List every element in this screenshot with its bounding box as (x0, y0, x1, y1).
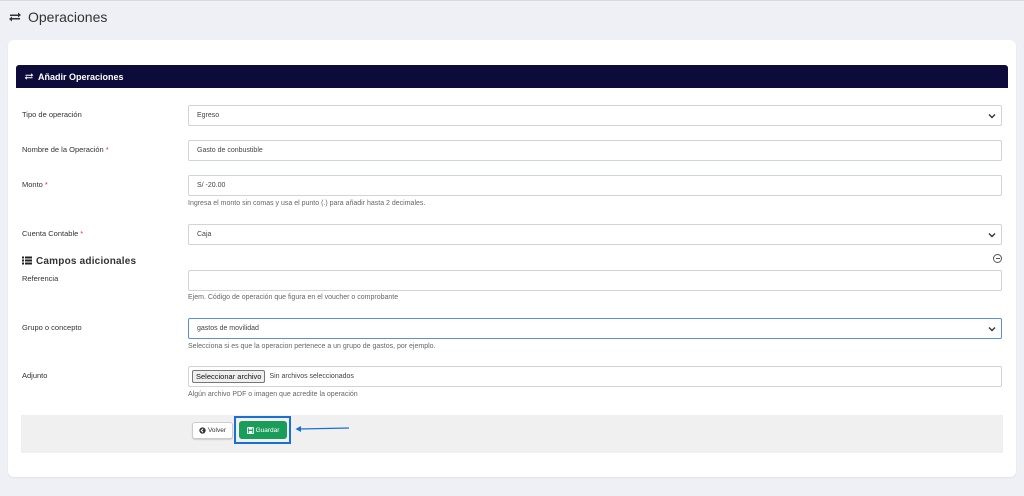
cuenta-label: Cuenta Contable * (22, 229, 84, 238)
back-button-label: Volver (207, 427, 227, 434)
choose-file-button[interactable]: Seleccionar archivo (192, 370, 266, 383)
tipo-label: Tipo de operación (22, 110, 82, 119)
form-actions-bar (21, 415, 1003, 453)
monto-input-value: S/ -20.00 (197, 182, 226, 189)
tipo-select-value: Egreso (197, 112, 220, 119)
adjunto-help: Algún archivo PDF o imagen que acredite … (188, 391, 358, 398)
referencia-label: Referencia (22, 274, 59, 283)
grupo-select-value: gastos de movilidad (197, 325, 259, 332)
cuenta-select[interactable]: Caja (188, 224, 1002, 245)
monto-input[interactable]: S/ -20.00 (188, 175, 1002, 196)
floppy-disk-icon (246, 426, 254, 434)
operation-form-card: Añadir Operaciones Tipo de operación Egr… (8, 40, 1016, 477)
file-status: Sin archivos seleccionados (269, 373, 354, 380)
page-title: Operaciones (28, 9, 108, 25)
collapse-icon[interactable] (993, 254, 1002, 263)
nombre-label: Nombre de la Operación * (22, 145, 109, 154)
chevron-down-icon (988, 233, 996, 238)
referencia-help: Ejem. Código de operación que figura en … (188, 294, 399, 301)
nombre-input-value: Gasto de conbustible (197, 147, 263, 154)
chevron-down-icon (988, 114, 996, 119)
chevron-down-icon (988, 327, 996, 332)
save-button[interactable]: Guardar (239, 421, 287, 439)
monto-help: Ingresa el monto sin comas y usa el punt… (188, 200, 426, 207)
monto-label: Monto * (22, 180, 48, 189)
back-button[interactable]: Volver (192, 422, 233, 439)
list-icon (22, 252, 32, 270)
tipo-select[interactable]: Egreso (188, 105, 1002, 126)
arrow-left-icon (295, 426, 350, 432)
section-title: Campos adicionales (22, 252, 136, 270)
arrow-left-circle-icon (199, 427, 206, 434)
adjunto-label: Adjunto (22, 371, 48, 380)
page-header: Operaciones (8, 7, 107, 27)
grupo-label: Grupo o concepto (22, 323, 82, 332)
grupo-select[interactable]: gastos de movilidad (188, 318, 1002, 339)
card-title: Añadir Operaciones (38, 71, 124, 82)
section-title-text: Campos adicionales (36, 255, 137, 267)
referencia-input[interactable] (188, 270, 1002, 291)
card-header: Añadir Operaciones (16, 65, 1008, 88)
adjunto-file-input[interactable]: Seleccionar archivo Sin archivos selecci… (188, 366, 1002, 387)
cuenta-select-value: Caja (197, 231, 212, 238)
save-button-label: Guardar (255, 426, 280, 434)
repeat-icon (24, 72, 34, 81)
repeat-icon (8, 11, 22, 23)
nombre-input[interactable]: Gasto de conbustible (188, 140, 1002, 161)
grupo-help: Selecciona si es que la operacion perten… (188, 343, 436, 350)
